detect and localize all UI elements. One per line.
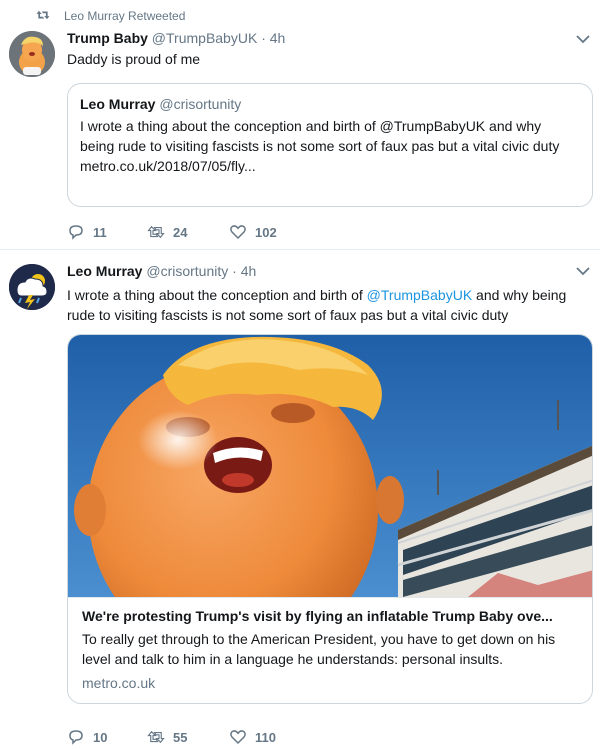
tweet-text-part: I wrote a thing about the conception and… (67, 287, 367, 303)
quote-text: I wrote a thing about the conception and… (80, 118, 560, 154)
handle[interactable]: @TrumpBabyUK (152, 30, 258, 46)
reply-icon (69, 225, 83, 240)
reply-count: 10 (93, 729, 108, 745)
retweet-button[interactable]: 24 (147, 223, 229, 241)
retweet-context: Leo Murray Retweeted (36, 9, 185, 23)
retweet-count: 55 (173, 729, 188, 745)
tweet-trump-baby[interactable]: Leo Murray Retweeted Trump Baby @TrumpBa… (0, 0, 600, 250)
heart-icon (230, 225, 246, 240)
like-button[interactable]: 102 (229, 223, 309, 241)
card-image (68, 335, 592, 597)
timestamp[interactable]: 4h (241, 263, 257, 279)
tweet-text: Daddy is proud of me (67, 51, 201, 67)
card-description: To really get through to the American Pr… (82, 631, 556, 667)
retweet-icon (147, 730, 165, 744)
retweet-count: 24 (173, 224, 188, 240)
display-name[interactable]: Trump Baby (67, 30, 148, 46)
quote-link: metro.co.uk/2018/07/05/fly... (80, 158, 256, 174)
card-title: We're protesting Trump's visit by flying… (82, 608, 553, 624)
tweet-header: Leo Murray @crisortunity · 4h (67, 263, 256, 279)
timestamp[interactable]: 4h (270, 30, 286, 46)
card-body: We're protesting Trump's visit by flying… (68, 597, 592, 703)
avatar[interactable] (9, 31, 55, 77)
reply-button[interactable]: 10 (67, 728, 147, 746)
separator: · (232, 263, 237, 279)
tweet-header: Trump Baby @TrumpBabyUK · 4h (67, 30, 285, 46)
card-domain: metro.co.uk (82, 675, 156, 691)
like-button[interactable]: 110 (229, 728, 309, 746)
tweet-actions: 11 24 102 (67, 223, 309, 241)
tweet-actions: 10 55 110 (67, 728, 309, 746)
like-count: 102 (255, 224, 277, 240)
retweet-icon (147, 225, 165, 239)
chevron-down-icon[interactable] (576, 266, 590, 276)
display-name[interactable]: Leo Murray (67, 263, 142, 279)
separator: · (261, 30, 266, 46)
retweet-button[interactable]: 55 (147, 728, 229, 746)
quote-display-name: Leo Murray (80, 96, 156, 112)
heart-icon (230, 730, 246, 745)
tweet-text: I wrote a thing about the conception and… (67, 285, 592, 325)
reply-count: 11 (93, 224, 107, 240)
like-count: 110 (255, 729, 276, 745)
quoted-tweet[interactable]: Leo Murray @crisortunity I wrote a thing… (67, 83, 593, 207)
link-card[interactable]: We're protesting Trump's visit by flying… (67, 334, 593, 704)
retweet-icon (36, 10, 50, 20)
reply-button[interactable]: 11 (67, 223, 147, 241)
avatar[interactable] (9, 264, 55, 310)
retweet-label[interactable]: Leo Murray Retweeted (64, 9, 185, 23)
chevron-down-icon[interactable] (576, 34, 590, 44)
quote-handle: @crisortunity (159, 96, 242, 112)
handle[interactable]: @crisortunity (146, 263, 228, 279)
mention-link[interactable]: @TrumpBabyUK (367, 287, 473, 303)
reply-icon (69, 730, 83, 745)
